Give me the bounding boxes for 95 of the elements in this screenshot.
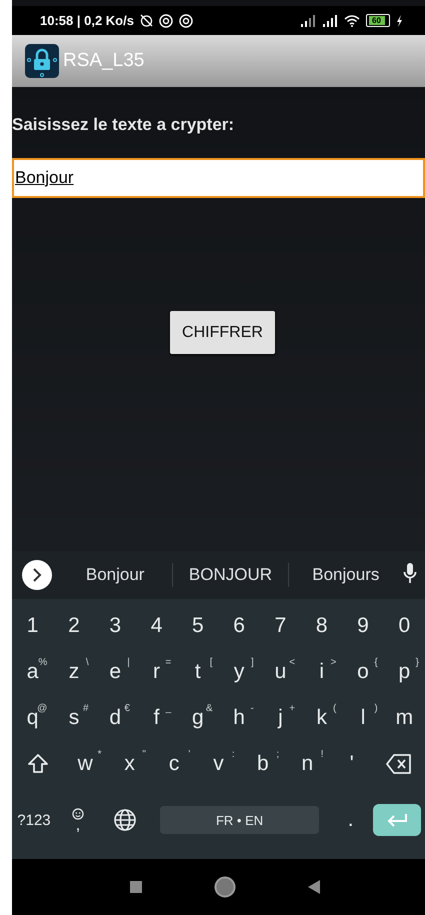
key-hint: ; bbox=[276, 749, 280, 760]
keyboard-key[interactable]: 6 bbox=[218, 604, 260, 648]
keyboard-key[interactable]: b ; bbox=[240, 742, 286, 786]
keyboard-key[interactable]: a% bbox=[12, 650, 54, 694]
keyboard-key[interactable]: h - bbox=[218, 696, 260, 740]
keyboard-key[interactable]: n ! bbox=[285, 742, 330, 786]
keyboard-key[interactable]: s # bbox=[53, 696, 95, 740]
keyboard-key[interactable]: z \ bbox=[53, 650, 95, 694]
status-time: 10:58 | 0,2 Ko/s bbox=[40, 13, 134, 28]
keyboard-key[interactable]: g& bbox=[177, 696, 218, 740]
key-hint: { bbox=[374, 657, 378, 668]
keyboard-key[interactable]: j + bbox=[260, 696, 302, 740]
key-hint: } bbox=[416, 657, 419, 668]
keyboard-key[interactable]: 0 bbox=[384, 604, 425, 648]
keyboard-key[interactable]: w * bbox=[63, 742, 108, 786]
text-input-field[interactable]: Bonjour bbox=[12, 158, 425, 198]
key-hint: [ bbox=[210, 657, 212, 668]
alarm-off-icon bbox=[140, 14, 153, 27]
keyboard-key[interactable]: . bbox=[328, 798, 373, 842]
input-label: Saisissez le texte a crypter: bbox=[12, 115, 236, 135]
keyboard-key[interactable]: q@ bbox=[12, 696, 54, 740]
keyboard-key[interactable]: 7 bbox=[260, 604, 302, 648]
key-hint: _ bbox=[166, 703, 172, 714]
backspace-icon[interactable] bbox=[386, 754, 412, 774]
smiley-icon bbox=[72, 808, 84, 820]
key-hint: @ bbox=[37, 703, 48, 714]
key-hint: | bbox=[127, 657, 130, 668]
app-logo-icon bbox=[25, 44, 59, 78]
keyboard-key[interactable]: k ( bbox=[301, 696, 342, 740]
back-button-icon[interactable] bbox=[308, 880, 320, 894]
keyboard-key[interactable]: p } bbox=[384, 650, 425, 694]
symbols-key[interactable]: ?123 bbox=[12, 798, 56, 842]
recents-button-icon[interactable] bbox=[130, 881, 142, 893]
keyboard-key[interactable]: 2 bbox=[53, 604, 95, 648]
keyboard-key[interactable]: 1 bbox=[12, 604, 54, 648]
shift-icon[interactable] bbox=[26, 753, 49, 775]
suggestion-chip[interactable]: Bonjour bbox=[58, 565, 172, 585]
key-hint: ] bbox=[251, 657, 254, 668]
keyboard-key[interactable]: f _ bbox=[136, 696, 178, 740]
keyboard-key[interactable]: e | bbox=[94, 650, 136, 694]
keyboard-key[interactable]: y ] bbox=[218, 650, 260, 694]
suggestions-expand-button[interactable] bbox=[22, 560, 52, 590]
charging-icon bbox=[396, 14, 403, 26]
home-button-icon[interactable] bbox=[214, 876, 236, 898]
target-icon bbox=[158, 14, 173, 28]
keyboard-key[interactable]: 5 bbox=[177, 604, 218, 648]
app-title: RSA_L35 bbox=[63, 50, 144, 72]
keyboard-key[interactable]: d€ bbox=[94, 696, 136, 740]
key-hint: ! bbox=[320, 749, 324, 760]
target-icon bbox=[178, 14, 193, 28]
enter-icon bbox=[386, 813, 408, 827]
keyboard-key[interactable]: v : bbox=[196, 742, 241, 786]
key-hint: : bbox=[232, 749, 235, 760]
key-hint: ) bbox=[374, 703, 378, 714]
key-hint: + bbox=[289, 703, 296, 714]
keyboard-key[interactable]: i > bbox=[301, 650, 342, 694]
keyboard-key[interactable]: u< bbox=[260, 650, 302, 694]
keyboard-key[interactable]: l ) bbox=[342, 696, 384, 740]
keyboard-key[interactable]: c ' bbox=[152, 742, 196, 786]
globe-icon[interactable] bbox=[113, 808, 138, 832]
key-hint: * bbox=[98, 749, 102, 760]
key-hint: # bbox=[83, 703, 89, 714]
wifi-icon bbox=[344, 14, 360, 26]
signal-icon bbox=[322, 14, 338, 26]
space-bar[interactable]: FR • EN bbox=[160, 806, 319, 834]
key-hint: % bbox=[38, 657, 48, 668]
battery-level: 60 bbox=[368, 16, 384, 25]
emoji-comma-key[interactable]: , bbox=[56, 798, 100, 842]
key-hint: " bbox=[142, 749, 146, 760]
key-hint: ( bbox=[333, 703, 336, 714]
encrypt-button[interactable]: CHIFFRER bbox=[170, 311, 275, 354]
keyboard-key[interactable]: 8 bbox=[301, 604, 342, 648]
keyboard-key[interactable]: t [ bbox=[177, 650, 218, 694]
keyboard-key[interactable]: m bbox=[384, 696, 425, 740]
suggestion-chip[interactable]: Bonjours bbox=[288, 565, 403, 585]
chevron-right-icon bbox=[32, 568, 42, 582]
keyboard-key[interactable]: x " bbox=[107, 742, 152, 786]
keyboard-key[interactable]: 3 bbox=[94, 604, 136, 648]
enter-key[interactable] bbox=[372, 804, 421, 836]
key-hint: < bbox=[289, 657, 296, 668]
keyboard-key[interactable]: r = bbox=[136, 650, 178, 694]
microphone-icon[interactable] bbox=[402, 562, 417, 584]
key-hint: > bbox=[330, 657, 336, 668]
keyboard-key[interactable]: 9 bbox=[342, 604, 384, 648]
keyboard-key[interactable]: ' bbox=[330, 742, 374, 786]
key-hint: & bbox=[206, 703, 212, 714]
key-hint: - bbox=[250, 703, 254, 714]
signal-icon bbox=[300, 14, 316, 26]
suggestion-chip[interactable]: BONJOUR bbox=[173, 565, 288, 585]
key-hint: \ bbox=[86, 657, 89, 668]
keyboard-key[interactable]: 4 bbox=[136, 604, 178, 648]
key-hint: € bbox=[124, 703, 130, 714]
key-hint: ' bbox=[188, 749, 190, 760]
keyboard-key[interactable]: o { bbox=[342, 650, 384, 694]
key-hint: = bbox=[165, 657, 172, 668]
